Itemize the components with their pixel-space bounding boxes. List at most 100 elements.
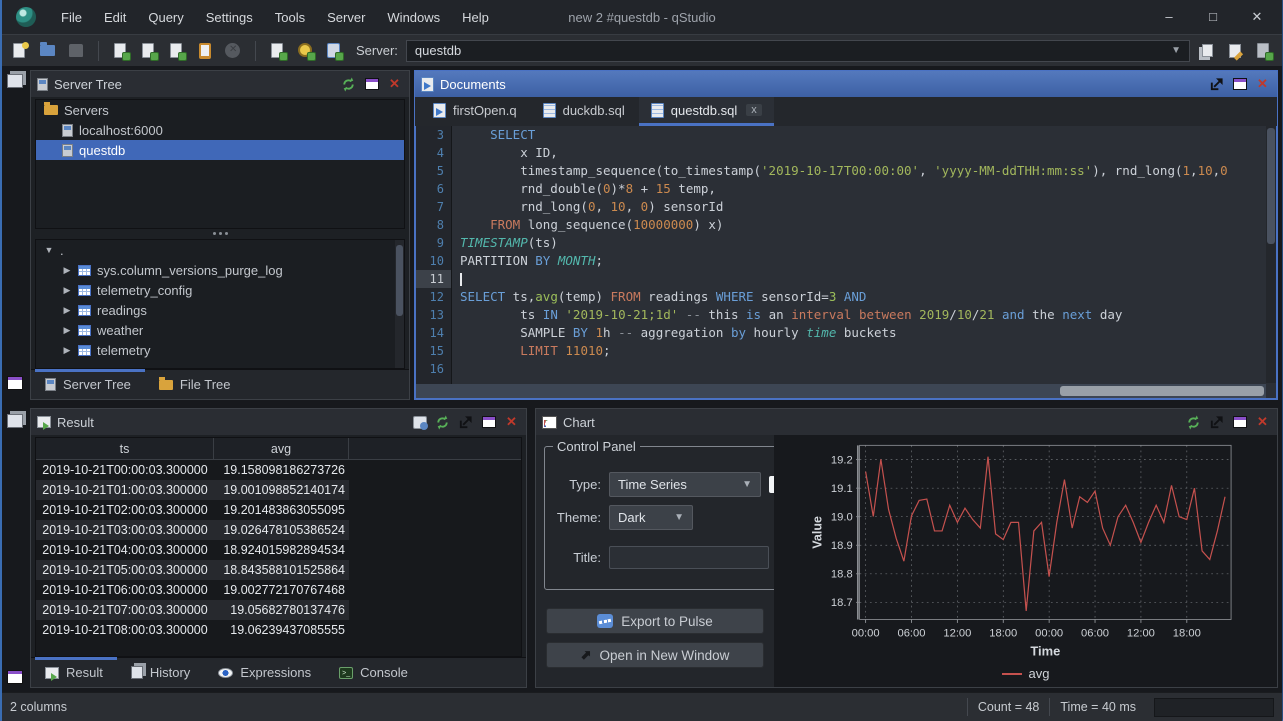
dock-pages-icon[interactable] — [7, 74, 23, 88]
chart-type-select[interactable]: Time Series ▼ — [609, 472, 761, 497]
close-button[interactable]: ✕ — [1250, 9, 1264, 25]
tree-item-namespace-root[interactable]: ▼. — [36, 240, 404, 260]
code-line[interactable]: FROM long_sequence(10000000) x) — [460, 216, 1276, 234]
maximize-panel-icon[interactable] — [480, 415, 497, 430]
chevron-collapsed-icon[interactable]: ▶ — [62, 285, 72, 296]
open-file-icon[interactable] — [38, 41, 58, 61]
menu-server[interactable]: Server — [316, 6, 376, 29]
refresh-icon[interactable] — [434, 415, 451, 430]
code-line[interactable]: x ID, — [460, 144, 1276, 162]
table-row[interactable]: 2019-10-21T01:00:03.30000019.00109885214… — [36, 480, 521, 500]
menu-tools[interactable]: Tools — [264, 6, 316, 29]
code-line[interactable]: LIMIT 11010; — [460, 342, 1276, 360]
close-panel-icon[interactable]: ✕ — [1254, 415, 1271, 430]
tab-console[interactable]: >_Console — [329, 657, 422, 687]
code-line[interactable]: TIMESTAMP(ts) — [460, 234, 1276, 252]
maximize-button[interactable]: □ — [1206, 9, 1220, 25]
editor-horizontal-scrollbar[interactable] — [416, 384, 1266, 398]
code-line[interactable]: SAMPLE BY 1h -- aggregation by hourly ti… — [460, 324, 1276, 342]
table-row[interactable]: 2019-10-21T08:00:03.30000019.06239437085… — [36, 620, 521, 640]
dock-window-icon[interactable] — [7, 376, 23, 390]
maximize-panel-icon[interactable] — [363, 77, 380, 92]
table-row[interactable]: 2019-10-21T03:00:03.30000019.02647810538… — [36, 520, 521, 540]
table-row[interactable]: 2019-10-21T00:00:03.30000019.15809818627… — [36, 460, 521, 480]
code-line[interactable]: SELECT ts,avg(temp) FROM readings WHERE … — [460, 288, 1276, 306]
execute-line-icon[interactable] — [139, 41, 159, 61]
doc-tab-questdb-sql[interactable]: questdb.sqlx — [639, 97, 774, 126]
chevron-collapsed-icon[interactable]: ▶ — [62, 345, 72, 356]
column-header-ts[interactable]: ts — [36, 438, 214, 459]
menu-help[interactable]: Help — [451, 6, 500, 29]
tree-item-table[interactable]: ▶weather — [36, 320, 404, 340]
code-line[interactable]: rnd_double(0)*8 + 15 temp, — [460, 180, 1276, 198]
code-line[interactable]: rnd_long(0, 10, 0) sensorId — [460, 198, 1276, 216]
maximize-panel-icon[interactable] — [1231, 77, 1248, 92]
dock-pages-icon[interactable] — [7, 414, 23, 428]
execute-selection-icon[interactable] — [167, 41, 187, 61]
menu-edit[interactable]: Edit — [93, 6, 137, 29]
menu-settings[interactable]: Settings — [195, 6, 264, 29]
column-header-avg[interactable]: avg — [214, 438, 349, 459]
tree-item-server[interactable]: questdb — [36, 140, 404, 160]
chart-theme-select[interactable]: Dark ▼ — [609, 505, 693, 530]
code-line[interactable] — [460, 270, 1276, 288]
popout-icon[interactable] — [457, 415, 474, 430]
tree-item-table[interactable]: ▶telemetry_config — [36, 280, 404, 300]
code-line[interactable]: timestamp_sequence(to_timestamp('2019-10… — [460, 162, 1276, 180]
tree-item-table[interactable]: ▶sys.column_versions_purge_log — [36, 260, 404, 280]
server-select[interactable]: questdb ▼ — [406, 40, 1190, 62]
menu-file[interactable]: File — [50, 6, 93, 29]
close-panel-icon[interactable]: ✕ — [1254, 77, 1271, 92]
maximize-panel-icon[interactable] — [1231, 415, 1248, 430]
table-row[interactable]: 2019-10-21T02:00:03.30000019.20148386305… — [36, 500, 521, 520]
doc-tab-duckdb-sql[interactable]: duckdb.sql — [531, 97, 637, 126]
chevron-collapsed-icon[interactable]: ▶ — [62, 325, 72, 336]
chevron-collapsed-icon[interactable]: ▶ — [62, 305, 72, 316]
code-line[interactable]: PARTITION BY MONTH; — [460, 252, 1276, 270]
tab-expressions[interactable]: Expressions — [208, 657, 325, 687]
tree-item-table[interactable]: ▶telemetry — [36, 340, 404, 360]
run-script-icon[interactable] — [324, 41, 344, 61]
chevron-collapsed-icon[interactable]: ▶ — [62, 265, 72, 276]
send-query-icon[interactable] — [268, 41, 288, 61]
code-line[interactable]: ts IN '2019-10-21;1d' -- this is an inte… — [460, 306, 1276, 324]
tree-item-servers-root[interactable]: Servers — [36, 100, 404, 120]
doc-tab-firstOpen-q[interactable]: firstOpen.q — [421, 97, 529, 126]
scrollbar[interactable] — [395, 240, 404, 368]
tab-file-tree[interactable]: File Tree — [149, 369, 245, 399]
dock-window-icon[interactable] — [7, 670, 23, 684]
table-row[interactable]: 2019-10-21T04:00:03.30000018.92401598289… — [36, 540, 521, 560]
popout-icon[interactable] — [1208, 415, 1225, 430]
clipboard-icon[interactable] — [195, 41, 215, 61]
add-server-icon[interactable] — [1254, 41, 1274, 61]
close-panel-icon[interactable]: ✕ — [503, 415, 520, 430]
tree-item-server[interactable]: localhost:6000 — [36, 120, 404, 140]
table-row[interactable]: 2019-10-21T05:00:03.30000018.84358810152… — [36, 560, 521, 580]
execute-query-icon[interactable] — [111, 41, 131, 61]
table-row[interactable]: 2019-10-21T07:00:03.30000019.05682780137… — [36, 600, 521, 620]
refresh-icon[interactable] — [340, 77, 357, 92]
code-line[interactable] — [460, 360, 1276, 378]
edit-server-icon[interactable] — [1226, 41, 1246, 61]
new-document-icon[interactable] — [10, 41, 30, 61]
refresh-icon[interactable] — [1185, 415, 1202, 430]
editor-vertical-scrollbar[interactable] — [1266, 126, 1276, 383]
close-panel-icon[interactable]: ✕ — [386, 77, 403, 92]
export-to-pulse-button[interactable]: Export to Pulse — [546, 608, 764, 634]
export-browser-icon[interactable] — [411, 415, 428, 430]
schedule-query-icon[interactable] — [296, 41, 316, 61]
tree-splitter[interactable] — [31, 229, 409, 237]
code-line[interactable]: SELECT — [460, 126, 1276, 144]
popout-icon[interactable] — [1208, 77, 1225, 92]
menu-query[interactable]: Query — [137, 6, 194, 29]
tab-result[interactable]: Result — [35, 657, 117, 687]
chevron-expanded-icon[interactable]: ▼ — [44, 245, 54, 255]
code-area[interactable]: SELECT x ID, timestamp_sequence(to_times… — [452, 126, 1276, 398]
tab-history[interactable]: History — [121, 657, 204, 687]
open-in-new-window-button[interactable]: ⬈ Open in New Window — [546, 642, 764, 668]
chart-title-input[interactable] — [609, 546, 769, 569]
table-row[interactable]: 2019-10-21T06:00:03.30000019.00277217076… — [36, 580, 521, 600]
save-icon[interactable] — [66, 41, 86, 61]
minimize-button[interactable]: – — [1162, 9, 1176, 25]
menu-windows[interactable]: Windows — [376, 6, 451, 29]
